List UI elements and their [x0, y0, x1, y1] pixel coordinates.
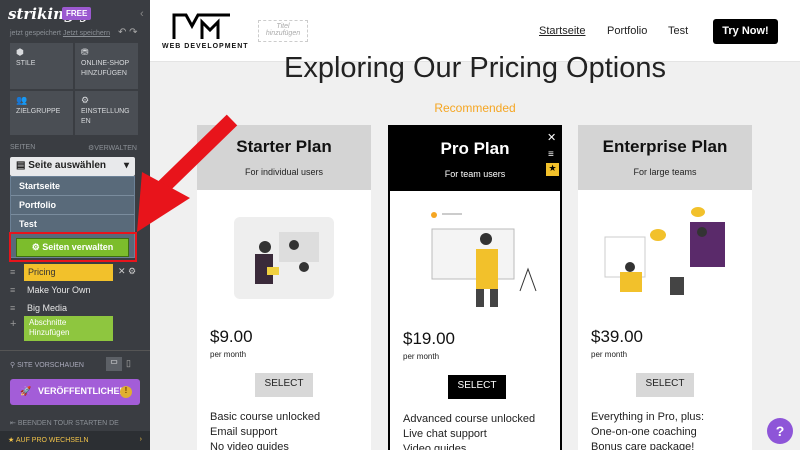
- annotation-arrow-icon: [9, 114, 238, 262]
